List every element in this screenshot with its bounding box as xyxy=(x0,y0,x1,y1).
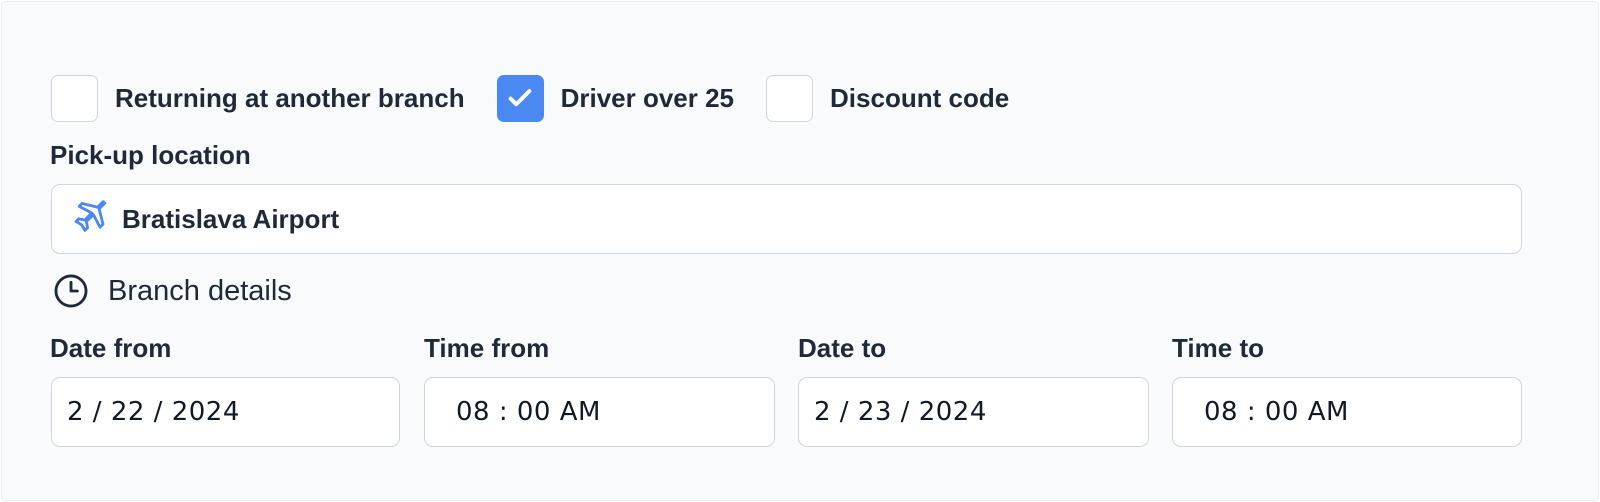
time-to-value: 08 : 00 AM xyxy=(1204,397,1349,427)
checkbox-box[interactable] xyxy=(51,74,98,122)
checkbox-box[interactable] xyxy=(496,74,544,122)
discount-code-checkbox[interactable]: Discount code xyxy=(766,74,1010,122)
checkbox-label: Returning at another branch xyxy=(115,82,465,113)
time-from-input[interactable]: 08 : 00 AM xyxy=(424,377,775,447)
driver-over-25-checkbox[interactable]: Driver over 25 xyxy=(496,74,735,122)
time-from-label: Time from xyxy=(424,333,550,363)
clock-icon xyxy=(52,272,90,310)
time-to-label: Time to xyxy=(1172,333,1264,363)
pickup-location-label: Pick-up location xyxy=(50,140,251,170)
airplane-icon xyxy=(68,198,110,240)
branch-details-label: Branch details xyxy=(108,274,292,307)
checkmark-icon xyxy=(508,89,532,107)
booking-form-panel: Returning at another branch Driver over … xyxy=(1,1,1599,501)
time-from-value: 08 : 00 AM xyxy=(456,397,601,427)
date-from-label: Date from xyxy=(50,333,172,363)
date-from-input[interactable]: 2 / 22 / 2024 xyxy=(51,377,400,447)
time-to-input[interactable]: 08 : 00 AM xyxy=(1172,377,1522,447)
date-to-input[interactable]: 2 / 23 / 2024 xyxy=(798,377,1149,447)
date-from-value: 2 / 22 / 2024 xyxy=(67,397,240,427)
branch-details-link[interactable]: Branch details xyxy=(52,272,292,310)
checkbox-box[interactable] xyxy=(766,74,814,122)
date-to-value: 2 / 23 / 2024 xyxy=(814,397,987,427)
pickup-location-value: Bratislava Airport xyxy=(122,203,340,234)
pickup-location-input[interactable]: Bratislava Airport xyxy=(51,184,1522,254)
checkbox-label: Discount code xyxy=(830,82,1010,113)
return-other-branch-checkbox[interactable]: Returning at another branch xyxy=(51,74,465,122)
checkbox-label: Driver over 25 xyxy=(560,82,735,113)
date-to-label: Date to xyxy=(798,333,887,363)
options-row: Returning at another branch Driver over … xyxy=(51,74,1009,122)
